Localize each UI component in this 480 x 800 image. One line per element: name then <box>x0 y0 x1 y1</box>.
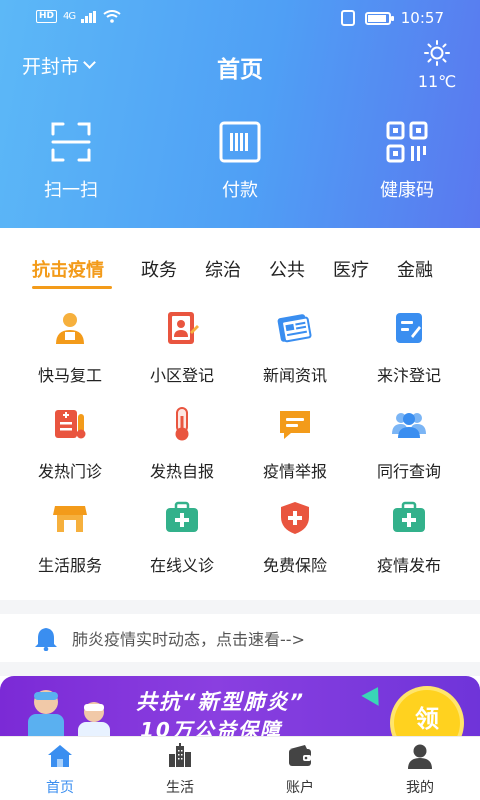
tab-underline <box>32 286 112 289</box>
medkit-icon <box>393 501 425 532</box>
page-title: 首页 <box>217 57 263 83</box>
tab-finance[interactable]: 金融 <box>397 256 433 282</box>
network-indicator: 4G <box>63 11 76 22</box>
nav-label: 生活 <box>166 780 194 796</box>
city-buildings-icon <box>169 743 191 767</box>
grid-label: 生活服务 <box>37 556 102 575</box>
nav-label: 我的 <box>406 780 434 796</box>
register-icon <box>168 312 199 344</box>
scan-button[interactable]: 扫一扫 <box>16 120 126 202</box>
grid-label: 新闻资讯 <box>262 366 327 385</box>
grid-label: 发热自报 <box>149 462 214 481</box>
notice-bar[interactable]: 肺炎疫情实时动态，点击速看--> <box>0 614 480 662</box>
grid-label: 来汴登记 <box>376 366 441 385</box>
bell-icon <box>35 626 57 651</box>
temperature: 11℃ <box>417 72 457 91</box>
clinic-icon <box>55 410 86 439</box>
grid-label: 疫情举报 <box>262 462 327 481</box>
tab-government[interactable]: 政务 <box>141 256 177 282</box>
decoration-triangle <box>361 682 387 706</box>
tab-medical[interactable]: 医疗 <box>333 256 369 282</box>
grid-item-news[interactable]: 新闻资讯 <box>240 310 350 386</box>
divider <box>0 600 480 614</box>
report-icon <box>280 411 310 439</box>
category-tabs: 抗击疫情 政务 综治 公共 医疗 金融 <box>0 256 480 292</box>
sun-icon <box>424 40 450 66</box>
grid-label: 免费保险 <box>262 556 327 575</box>
claim-badge[interactable]: 领 <box>394 690 460 736</box>
home-icon <box>48 745 72 767</box>
health-code-label: 健康码 <box>380 180 434 201</box>
news-icon <box>277 314 312 343</box>
grid-item-epidemic-release[interactable]: 疫情发布 <box>354 500 464 576</box>
grid-label: 在线义诊 <box>149 556 214 575</box>
tab-governance[interactable]: 综治 <box>205 256 241 282</box>
grid-item-community-register[interactable]: 小区登记 <box>127 310 237 386</box>
banner-subtitle: 10万公益保障 <box>140 718 282 736</box>
grid-item-arrival-register[interactable]: 来汴登记 <box>354 310 464 386</box>
tab-epidemic[interactable]: 抗击疫情 <box>32 256 104 282</box>
grid-item-fever-self-report[interactable]: 发热自报 <box>127 406 237 482</box>
nav-label: 首页 <box>46 780 74 796</box>
vibrate-icon <box>340 10 355 26</box>
weather-widget[interactable]: 11℃ <box>414 40 460 91</box>
scan-icon <box>51 122 91 162</box>
payment-code-icon <box>219 121 261 163</box>
grid-item-resume-work[interactable]: 快马复工 <box>15 310 125 386</box>
qr-code-icon <box>386 121 428 163</box>
bottom-nav: 首页 生活 账户 我的 <box>0 736 480 800</box>
notice-text: 肺炎疫情实时动态，点击速看--> <box>72 630 305 649</box>
grid-label: 小区登记 <box>149 366 214 385</box>
shield-icon <box>281 502 309 534</box>
nav-life[interactable]: 生活 <box>120 743 240 797</box>
form-icon <box>396 313 422 343</box>
nav-home[interactable]: 首页 <box>0 743 120 797</box>
grid-label: 同行查询 <box>376 462 441 481</box>
grid-label: 发热门诊 <box>37 462 102 481</box>
grid-label: 疫情发布 <box>376 556 441 575</box>
wallet-icon <box>289 745 311 766</box>
grid-item-companion-query[interactable]: 同行查询 <box>354 406 464 482</box>
payment-label: 付款 <box>222 180 258 201</box>
banner-title: 共抗“新型肺炎” <box>136 690 306 714</box>
grid-item-life-service[interactable]: 生活服务 <box>15 500 125 576</box>
worker-icon <box>56 313 84 344</box>
signal-icon <box>81 10 97 23</box>
status-bar: HD 4G 10:57 <box>0 0 480 36</box>
health-code-button[interactable]: 健康码 <box>352 120 462 202</box>
hd-indicator: HD <box>36 10 58 23</box>
battery-icon <box>364 11 394 25</box>
promo-banner[interactable]: 共抗“新型肺炎” 10万公益保障 领 <box>0 676 480 736</box>
tab-public[interactable]: 公共 <box>269 256 305 282</box>
shop-icon <box>53 506 87 532</box>
payment-button[interactable]: 付款 <box>185 120 295 202</box>
nav-mine[interactable]: 我的 <box>360 743 480 797</box>
grid-item-fever-clinic[interactable]: 发热门诊 <box>15 406 125 482</box>
nav-label: 账户 <box>286 780 314 796</box>
grid-item-epidemic-report[interactable]: 疫情举报 <box>240 406 350 482</box>
wifi-icon <box>103 10 121 23</box>
clock: 10:57 <box>400 9 444 27</box>
divider <box>0 662 480 676</box>
medkit-icon <box>166 501 198 532</box>
user-icon <box>408 744 432 769</box>
doctors-illustration <box>28 690 110 736</box>
grid-item-online-consult[interactable]: 在线义诊 <box>127 500 237 576</box>
grid-label: 快马复工 <box>37 366 102 385</box>
thermometer-icon <box>175 407 189 441</box>
group-icon <box>392 413 426 438</box>
grid-item-free-insurance[interactable]: 免费保险 <box>240 500 350 576</box>
nav-account[interactable]: 账户 <box>240 743 360 797</box>
scan-label: 扫一扫 <box>44 180 98 201</box>
